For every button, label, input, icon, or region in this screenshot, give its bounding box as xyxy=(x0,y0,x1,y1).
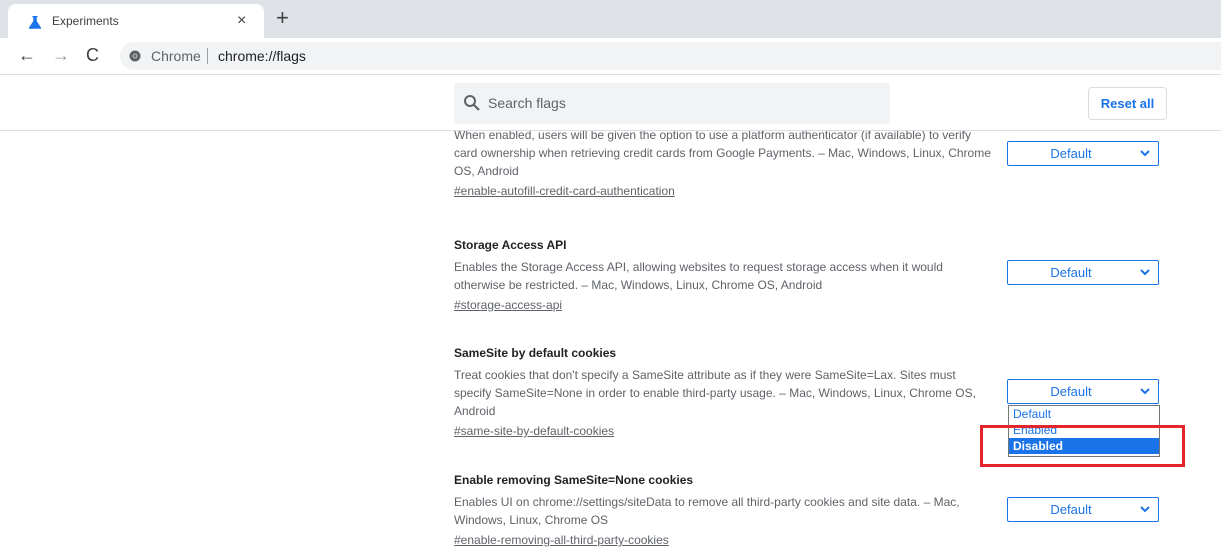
experiment-autofill-card-auth: When enabled, users will be given the op… xyxy=(454,131,994,200)
experiment-title: Storage Access API xyxy=(454,238,567,252)
select-value: Default xyxy=(1050,384,1092,399)
tab-experiments[interactable]: Experiments × xyxy=(8,4,264,38)
search-flags-input[interactable]: Search flags xyxy=(454,83,890,124)
experiment-description: When enabled, users will be given the op… xyxy=(454,131,991,178)
experiment-description: Enables UI on chrome://settings/siteData… xyxy=(454,495,960,527)
divider xyxy=(207,48,208,64)
flag-state-select[interactable]: Default xyxy=(1007,141,1159,166)
flag-state-select[interactable]: Default xyxy=(1007,260,1159,285)
experiment-link[interactable]: #same-site-by-default-cookies xyxy=(454,422,614,440)
chevron-down-icon xyxy=(1140,506,1150,513)
highlight-annotation xyxy=(980,425,1185,467)
experiment-description: Treat cookies that don't specify a SameS… xyxy=(454,368,976,418)
tab-title: Experiments xyxy=(52,14,119,28)
reload-icon[interactable]: C xyxy=(86,44,99,66)
select-value: Default xyxy=(1050,265,1092,280)
chevron-down-icon xyxy=(1140,269,1150,276)
flag-state-select[interactable]: Default xyxy=(1007,379,1159,404)
experiment-samesite-default-cookies: SameSite by default cookies Treat cookie… xyxy=(454,344,994,440)
select-value: Default xyxy=(1050,146,1092,161)
select-value: Default xyxy=(1050,502,1092,517)
new-tab-icon[interactable]: + xyxy=(276,6,289,30)
tab-strip: Experiments × + xyxy=(0,0,1221,38)
experiment-link[interactable]: #storage-access-api xyxy=(454,296,562,314)
experiment-title: Enable removing SameSite=None cookies xyxy=(454,473,694,487)
toolbar: ← → C Chrome chrome://flags xyxy=(0,38,1221,75)
experiments-list: When enabled, users will be given the op… xyxy=(0,131,1221,554)
chevron-down-icon xyxy=(1140,150,1150,157)
beaker-icon xyxy=(28,16,42,29)
flag-state-select[interactable]: Default xyxy=(1007,497,1159,522)
chevron-down-icon xyxy=(1140,388,1150,395)
forward-icon[interactable]: → xyxy=(52,44,70,66)
close-icon[interactable]: × xyxy=(237,12,246,30)
experiment-storage-access-api: Storage Access API Enables the Storage A… xyxy=(454,236,994,314)
experiment-link[interactable]: #enable-autofill-credit-card-authenticat… xyxy=(454,182,675,200)
address-bar[interactable]: Chrome chrome://flags xyxy=(120,42,1221,70)
url-text: chrome://flags xyxy=(218,48,306,64)
dropdown-option-default[interactable]: Default xyxy=(1009,406,1159,422)
experiment-description: Enables the Storage Access API, allowing… xyxy=(454,260,943,292)
site-label: Chrome xyxy=(151,48,201,64)
experiment-link[interactable]: #enable-removing-all-third-party-cookies xyxy=(454,531,669,549)
experiment-title: SameSite by default cookies xyxy=(454,346,617,360)
search-placeholder: Search flags xyxy=(488,95,566,111)
search-icon xyxy=(464,95,480,111)
chrome-icon xyxy=(129,50,141,62)
reset-all-button[interactable]: Reset all xyxy=(1088,87,1167,120)
experiment-removing-samesite-none: Enable removing SameSite=None cookies En… xyxy=(454,471,994,549)
back-icon[interactable]: ← xyxy=(18,44,36,66)
